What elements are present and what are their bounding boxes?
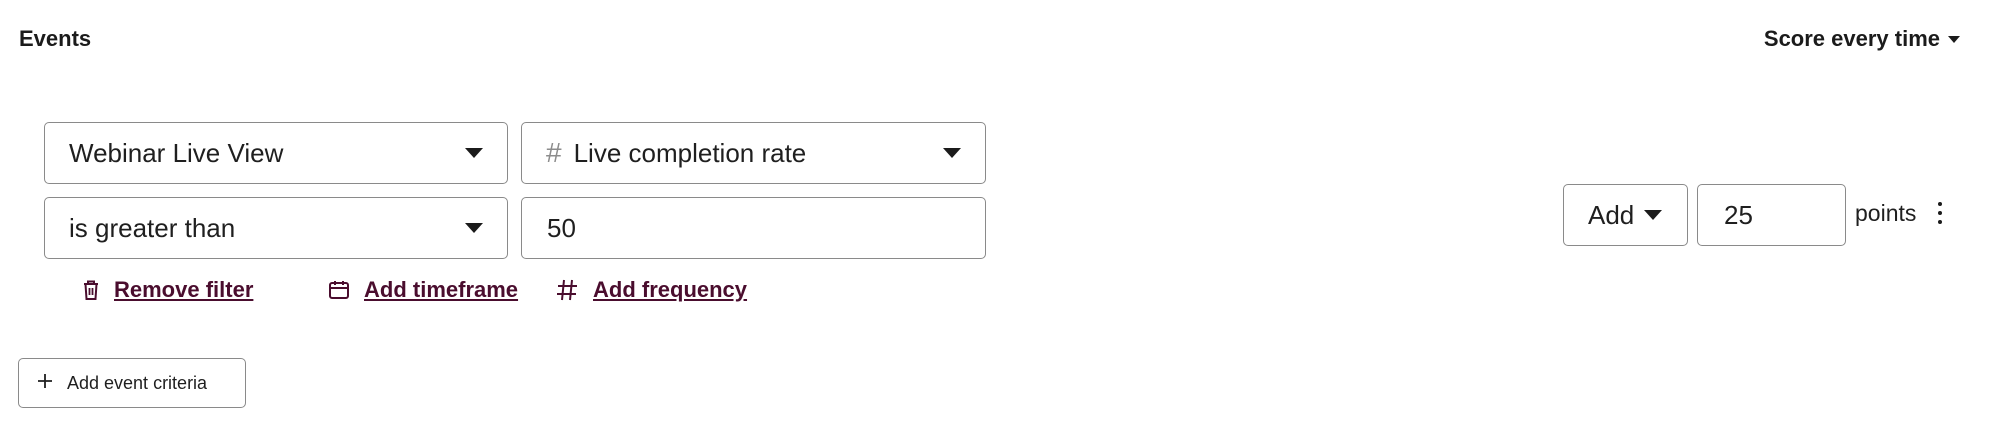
property-select-value: Live completion rate [573,137,807,168]
filter-value-input[interactable]: 50 [521,197,986,259]
score-mode-dropdown[interactable]: Score every time [1764,26,1960,52]
event-select[interactable]: Webinar Live View [44,122,508,184]
remove-filter-label: Remove filter [114,277,254,302]
add-event-criteria-button[interactable]: Add event criteria [18,358,246,408]
add-frequency-link[interactable]: Add frequency [555,274,747,306]
score-operation-select[interactable]: Add [1563,184,1688,246]
section-title: Events [19,26,92,51]
chevron-down-icon [1644,210,1663,220]
add-event-criteria-label: Add event criteria [67,372,208,393]
score-operation-label: Add [1588,199,1635,230]
score-mode-label: Score every time [1763,26,1940,51]
trash-icon [82,279,100,301]
calendar-icon [328,279,350,301]
add-timeframe-label: Add timeframe [364,277,519,302]
add-timeframe-link[interactable]: Add timeframe [328,274,518,306]
plus-icon [37,373,53,394]
chevron-down-icon [465,223,483,233]
hash-icon: # [546,137,562,168]
remove-filter-link[interactable]: Remove filter [82,274,253,306]
chevron-down-icon [465,148,483,158]
event-select-value: Webinar Live View [69,137,284,168]
hash-icon [555,278,579,302]
operator-select-value: is greater than [69,212,236,243]
property-select[interactable]: # Live completion rate [521,122,986,184]
filter-value-text: 50 [547,212,576,243]
chevron-down-icon [1948,35,1960,43]
chevron-down-icon [943,148,961,158]
points-label: points [1855,200,1917,226]
operator-select[interactable]: is greater than [44,197,508,259]
add-frequency-label: Add frequency [593,277,748,302]
points-input-value: 25 [1724,199,1753,230]
points-input[interactable]: 25 [1697,184,1846,246]
more-options-icon[interactable] [1930,198,1950,228]
